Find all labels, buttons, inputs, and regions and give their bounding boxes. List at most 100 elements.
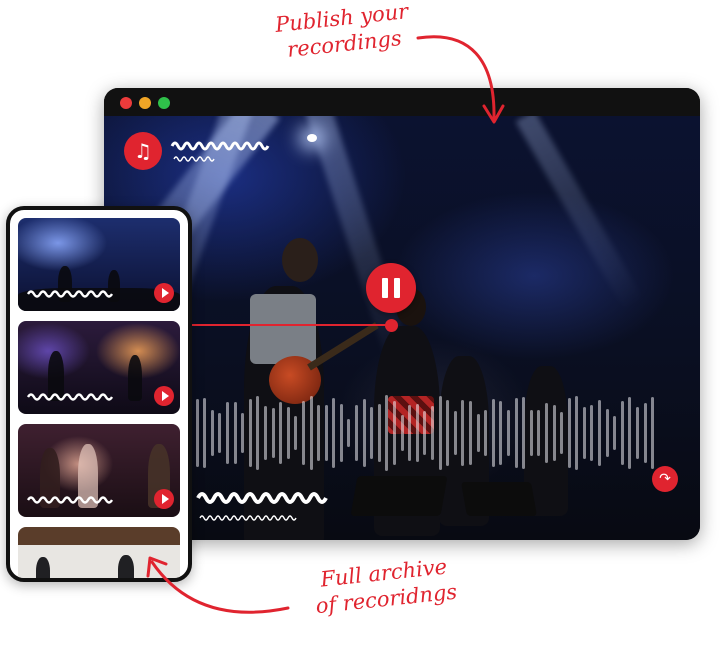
waveform-bar xyxy=(431,405,434,461)
card-title-scribble xyxy=(26,393,114,401)
waveform-bar xyxy=(560,412,564,454)
music-note-glyph: ♫ xyxy=(134,139,152,163)
waveform-bar xyxy=(400,414,404,452)
play-icon xyxy=(161,391,169,401)
waveform-bar xyxy=(461,400,465,466)
maximize-window-button[interactable] xyxy=(158,97,170,109)
waveform-bar xyxy=(651,396,655,470)
waveform-bar xyxy=(279,401,283,465)
playback-progress-knob[interactable] xyxy=(385,319,398,332)
waveform-bar xyxy=(263,406,267,460)
music-note-icon[interactable]: ♫ xyxy=(124,132,162,170)
waveform-bar xyxy=(210,409,214,457)
waveform-bar xyxy=(567,398,571,468)
waveform-bar xyxy=(317,405,321,461)
share-icon[interactable]: ↷ xyxy=(652,466,678,492)
waveform-bar xyxy=(415,403,419,463)
waveform-bar xyxy=(423,410,427,456)
waveform-bar xyxy=(552,404,556,462)
waveform-bar xyxy=(218,412,222,454)
waveform-bar xyxy=(286,407,290,459)
waveform-bar xyxy=(484,409,488,457)
waveform-bar xyxy=(301,400,305,466)
recording-card[interactable] xyxy=(18,527,180,578)
waveform-bar xyxy=(203,397,207,469)
waveform-bar xyxy=(393,400,397,466)
recording-card[interactable] xyxy=(18,321,180,414)
performer-silhouette xyxy=(36,557,50,578)
card-title-scribble xyxy=(26,290,114,298)
waveform-bar xyxy=(613,416,617,450)
waveform-bar xyxy=(339,404,343,462)
waveform-bar xyxy=(506,410,510,456)
desktop-player-window: ♫ ↷ xyxy=(104,88,700,540)
performer-silhouette xyxy=(118,555,134,578)
pause-button[interactable] xyxy=(366,263,416,313)
waveform-bar xyxy=(256,395,260,471)
waveform-bar xyxy=(233,402,237,464)
waveform-bar xyxy=(620,400,624,466)
waveform-bar xyxy=(294,416,298,450)
waveform-bar xyxy=(195,399,199,467)
waveform-bar xyxy=(347,419,351,447)
waveform-bar xyxy=(408,404,412,462)
stage-monitor xyxy=(461,482,537,516)
waveform-bar xyxy=(636,406,640,460)
waveform-bar xyxy=(453,411,457,455)
waveform-bar xyxy=(628,397,632,469)
waveform-bar xyxy=(446,399,450,467)
waveform-bar xyxy=(590,405,594,461)
waveform-bar xyxy=(537,409,541,457)
window-titlebar xyxy=(104,88,700,116)
waveform-bar xyxy=(248,398,252,468)
waveform-bar xyxy=(522,397,526,469)
recording-card[interactable] xyxy=(18,424,180,517)
waveform-bar xyxy=(529,410,533,456)
spotlight-beam xyxy=(515,116,645,313)
play-button[interactable] xyxy=(154,283,174,303)
waveform-bar xyxy=(468,400,472,466)
track-title-scribble xyxy=(170,141,270,162)
publish-annotation: Publish your recordings xyxy=(256,0,431,66)
waveform-bar xyxy=(605,408,609,458)
pause-bar-icon xyxy=(382,278,388,298)
waveform-bar xyxy=(324,404,328,462)
close-window-button[interactable] xyxy=(120,97,132,109)
pause-bar-icon xyxy=(394,278,400,298)
recording-card[interactable] xyxy=(18,218,180,311)
waveform-bar xyxy=(514,397,518,469)
waveform-bar xyxy=(476,414,480,452)
waveform-bar xyxy=(385,395,389,471)
waveform-bar xyxy=(643,402,647,464)
card-title-scribble xyxy=(26,496,114,504)
audio-waveform[interactable] xyxy=(188,388,700,478)
waveform-bar xyxy=(332,397,336,469)
waveform-bar xyxy=(241,413,245,453)
waveform-bar xyxy=(598,400,602,466)
stage-light xyxy=(307,134,317,142)
guitarist-shirt xyxy=(250,294,316,364)
waveform-bar xyxy=(582,407,586,459)
waveform-bar xyxy=(225,401,229,465)
guitarist-head xyxy=(282,238,318,282)
minimize-window-button[interactable] xyxy=(139,97,151,109)
waveform-bar xyxy=(271,407,275,459)
archive-annotation: Full archive of recoridngs xyxy=(298,551,473,620)
mobile-archive-phone xyxy=(6,206,192,582)
play-button[interactable] xyxy=(154,489,174,509)
waveform-bar xyxy=(309,396,313,470)
play-button[interactable] xyxy=(154,386,174,406)
recording-caption-scribble xyxy=(196,492,328,521)
waveform-bar xyxy=(377,403,381,463)
waveform-bar xyxy=(370,406,374,460)
waveform-bar xyxy=(575,396,579,470)
waveform-bar xyxy=(491,398,495,468)
performer-silhouette xyxy=(128,355,142,401)
waveform-bar xyxy=(438,395,442,471)
playback-progress-line xyxy=(192,324,392,326)
play-icon xyxy=(161,494,169,504)
waveform-bar xyxy=(362,399,366,467)
share-glyph: ↷ xyxy=(659,471,671,487)
waveform-bar xyxy=(544,403,548,463)
play-icon xyxy=(161,288,169,298)
